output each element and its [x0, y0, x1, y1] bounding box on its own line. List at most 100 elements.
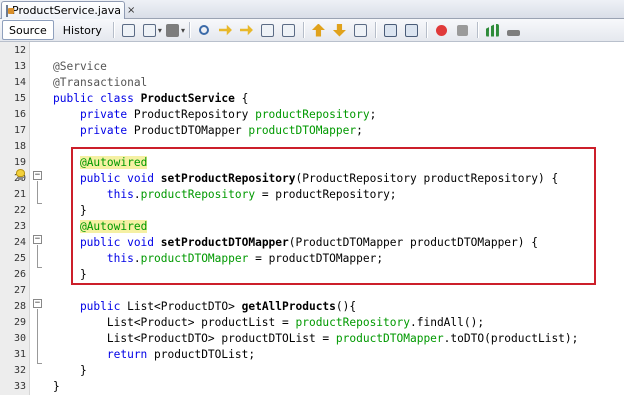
code-token: private [53, 108, 134, 121]
line-number: 32 [13, 365, 26, 376]
line-number: 22 [13, 205, 26, 216]
code-token: ProductService [140, 92, 235, 105]
line-number: 33 [13, 381, 26, 392]
code-line: 14 @Transactional [0, 75, 624, 91]
back-dropdown-icon[interactable]: ▾ [158, 26, 162, 35]
line-number: 30 [13, 333, 26, 344]
find-selection-icon[interactable] [196, 22, 213, 39]
uncomment-icon[interactable] [505, 22, 522, 39]
code-text: private ProductRepository productReposit… [53, 107, 376, 123]
back-icon[interactable] [141, 22, 158, 39]
line-number: 25 [13, 253, 26, 264]
code-text: @Service [53, 59, 107, 75]
fold-guide-end [37, 203, 42, 204]
code-token: return [53, 348, 155, 361]
code-token: } [53, 364, 87, 377]
editor-toolbar: Source History ▾ ▾ [0, 19, 624, 42]
code-token: List<ProductDTO> [127, 300, 242, 313]
toolbar-separator [374, 22, 376, 38]
code-token: List<ProductDTO> productDTOList = [53, 332, 336, 345]
code-line: 12 [0, 43, 624, 59]
line-number: 28 [13, 301, 26, 312]
code-token: productRepository [295, 316, 410, 329]
line-number: 26 [13, 269, 26, 280]
line-number: 29 [13, 317, 26, 328]
code-editor[interactable]: 12 13 @Service 14 @Transactional 15 public cla… [0, 42, 624, 395]
toolbar-separator [425, 22, 427, 38]
find-next-icon[interactable] [238, 22, 255, 39]
fold-toggle-icon[interactable]: − [33, 299, 42, 308]
code-text: List<ProductDTO> productDTOList = produc… [53, 331, 579, 347]
toolbar-separator [302, 22, 304, 38]
stop-macro-icon[interactable] [454, 22, 471, 39]
line-number: 15 [13, 93, 26, 104]
code-token: productRepository [255, 108, 370, 121]
code-text: return productDTOList; [53, 347, 255, 363]
code-text: public List<ProductDTO> getAllProducts()… [53, 299, 356, 315]
previous-bookmark-icon[interactable] [310, 22, 327, 39]
line-number: 16 [13, 109, 26, 120]
code-token: getAllProducts [241, 300, 336, 313]
code-text: @Transactional [53, 75, 147, 91]
code-token: } [53, 380, 60, 393]
fold-guide-end [37, 267, 42, 268]
file-tab[interactable]: ProductService.java × [1, 1, 135, 19]
highlight-box [71, 147, 596, 285]
code-line: 28 public List<ProductDTO> getAllProduct… [0, 299, 624, 315]
line-number: 13 [13, 61, 26, 72]
toolbar-separator [188, 22, 190, 38]
code-line: 31 return productDTOList; [0, 347, 624, 363]
history-tab[interactable]: History [56, 20, 109, 40]
code-text: List<Product> productList = productRepos… [53, 315, 484, 331]
fold-guide [37, 181, 38, 203]
shift-right-icon[interactable] [403, 22, 420, 39]
toggle-bookmark-icon[interactable] [352, 22, 369, 39]
code-token: List<Product> productList = [53, 316, 296, 329]
source-tab[interactable]: Source [2, 20, 54, 40]
line-number: 21 [13, 189, 26, 200]
code-token: private [53, 124, 134, 137]
code-token: ProductRepository [133, 108, 256, 121]
toolbar-separator [112, 22, 114, 38]
fold-toggle-icon[interactable]: − [33, 235, 42, 244]
comment-icon[interactable] [484, 22, 501, 39]
code-token: productDTOMapper [248, 124, 357, 137]
last-edit-icon[interactable] [120, 22, 137, 39]
code-line: 17 private ProductDTOMapper productDTOMa… [0, 123, 624, 139]
toggle-rect-select-icon[interactable] [280, 22, 297, 39]
code-line: 32 } [0, 363, 624, 379]
code-token: @Transactional [53, 76, 148, 89]
code-token: (){ [335, 300, 357, 313]
next-bookmark-icon[interactable] [331, 22, 348, 39]
code-line: 15 public class ProductService { [0, 91, 624, 107]
line-number: 12 [13, 45, 26, 56]
code-token: ProductDTOMapper [133, 124, 249, 137]
code-line: 33} [0, 379, 624, 395]
code-line: 16 private ProductRepository productRepo… [0, 107, 624, 123]
line-number: 17 [13, 125, 26, 136]
forward-dropdown-icon[interactable]: ▾ [181, 26, 185, 35]
lightbulb-hint-icon[interactable] [16, 169, 25, 180]
file-tab-label: ProductService.java [12, 4, 121, 17]
toolbar-separator [476, 22, 478, 38]
fold-guide [37, 309, 38, 363]
code-token: public class [53, 92, 141, 105]
find-previous-icon[interactable] [217, 22, 234, 39]
forward-icon[interactable] [164, 22, 181, 39]
line-number: 27 [13, 285, 26, 296]
code-token: productDTOMapper [335, 332, 444, 345]
line-number: 31 [13, 349, 26, 360]
code-text: } [53, 379, 60, 395]
code-token: { [234, 92, 249, 105]
line-number: 18 [13, 141, 26, 152]
code-token: ; [369, 108, 377, 121]
fold-guide-end [37, 363, 42, 364]
close-tab-icon[interactable]: × [127, 5, 135, 16]
fold-guide [37, 245, 38, 267]
java-file-icon [6, 4, 14, 17]
fold-toggle-icon[interactable]: − [33, 171, 42, 180]
shift-left-icon[interactable] [382, 22, 399, 39]
toggle-highlight-icon[interactable] [259, 22, 276, 39]
line-number: 23 [13, 221, 26, 232]
start-macro-icon[interactable] [433, 22, 450, 39]
